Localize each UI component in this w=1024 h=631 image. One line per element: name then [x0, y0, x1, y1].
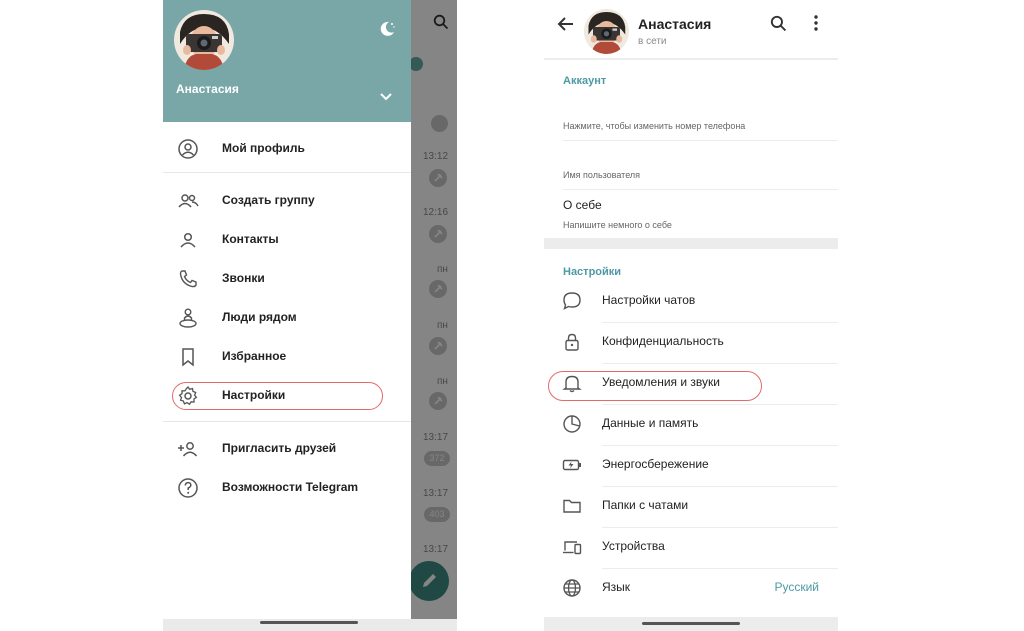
search-icon[interactable]: [770, 15, 787, 32]
battery-icon: [561, 454, 583, 476]
phone-number-hint[interactable]: Нажмите, чтобы изменить номер телефона: [563, 121, 745, 131]
account-section-title: Аккаунт: [563, 75, 607, 87]
profile-icon: [177, 138, 199, 160]
pie-chart-icon: [561, 413, 583, 435]
divider: [563, 140, 838, 141]
drawer-item-label: Мой профиль: [222, 141, 305, 155]
profile-name: Анастасия: [638, 16, 712, 32]
drawer-header: Анастасия: [163, 0, 411, 122]
settings-item-label: Устройства: [602, 539, 665, 553]
drawer-item-new-group[interactable]: Создать группу: [163, 181, 411, 220]
divider: [163, 421, 411, 422]
online-status: в сети: [638, 36, 667, 47]
add-user-icon: [177, 438, 199, 460]
settings-item-label: Язык: [602, 580, 631, 594]
drawer-item-label: Пригласить друзей: [222, 441, 337, 455]
left-phone-screen: 13:12 12:16 пн пн пн 13:17 372 13:17 403…: [163, 0, 457, 631]
bookmark-icon: [177, 346, 199, 368]
people-nearby-icon: [177, 307, 199, 329]
profile-header: Анастасия в сети: [544, 0, 838, 58]
settings-item-language[interactable]: Язык Русский: [544, 568, 838, 609]
drawer-item-label: Избранное: [222, 349, 287, 363]
drawer-item-label: Возможности Telegram: [222, 480, 359, 494]
settings-item-label: Папки с чатами: [602, 498, 689, 512]
settings-item-label: Энергосбережение: [602, 457, 709, 471]
highlight-outline: [172, 382, 383, 410]
settings-item-chat-settings[interactable]: Настройки чатов: [544, 281, 838, 322]
night-mode-icon[interactable]: [378, 20, 396, 38]
chevron-down-icon[interactable]: [379, 92, 393, 102]
avatar[interactable]: [584, 9, 629, 54]
settings-item-label: Данные и память: [602, 416, 699, 430]
drawer-item-label: Люди рядом: [222, 310, 297, 324]
drawer-item-people-nearby[interactable]: Люди рядом: [163, 298, 411, 337]
back-arrow-icon[interactable]: [557, 15, 575, 33]
settings-item-data-storage[interactable]: Данные и память: [544, 404, 838, 445]
settings-item-label: Конфиденциальность: [602, 334, 724, 348]
home-indicator[interactable]: [642, 622, 740, 625]
divider: [163, 172, 411, 173]
drawer-user-name: Анастасия: [176, 82, 239, 96]
folder-icon: [561, 495, 583, 517]
settings-item-privacy[interactable]: Конфиденциальность: [544, 322, 838, 363]
drawer-item-calls[interactable]: Звонки: [163, 259, 411, 298]
username-label[interactable]: Имя пользователя: [563, 170, 640, 180]
drawer-item-invite-friends[interactable]: Пригласить друзей: [163, 429, 411, 468]
phone-icon: [177, 268, 199, 290]
account-section: Аккаунт Нажмите, чтобы изменить номер те…: [544, 60, 838, 238]
devices-icon: [561, 536, 583, 558]
about-title[interactable]: О себе: [563, 198, 602, 212]
drawer-item-telegram-features[interactable]: Возможности Telegram: [163, 468, 411, 507]
drawer-item-label: Создать группу: [222, 193, 315, 207]
settings-section-title: Настройки: [563, 266, 622, 278]
contact-icon: [177, 229, 199, 251]
globe-icon: [561, 577, 583, 599]
avatar[interactable]: [174, 10, 234, 70]
settings-section: Настройки Настройки чатов Конфиденциальн…: [544, 249, 838, 617]
divider: [563, 189, 838, 190]
drawer-item-label: Звонки: [222, 271, 265, 285]
home-indicator[interactable]: [260, 621, 358, 624]
more-options-icon[interactable]: [812, 14, 820, 32]
navigation-drawer: Анастасия Мой профиль Создать группу Кон…: [163, 0, 411, 631]
drawer-item-saved[interactable]: Избранное: [163, 337, 411, 376]
group-icon: [177, 190, 199, 212]
settings-item-devices[interactable]: Устройства: [544, 527, 838, 568]
drawer-item-label: Контакты: [222, 232, 279, 246]
settings-item-chat-folders[interactable]: Папки с чатами: [544, 486, 838, 527]
right-phone-screen: Анастасия в сети Аккаунт Нажмите, чтобы …: [544, 0, 838, 631]
highlight-outline: [548, 371, 762, 401]
question-icon: [177, 477, 199, 499]
settings-item-label: Настройки чатов: [602, 293, 696, 307]
chat-bubble-icon: [561, 290, 583, 312]
language-value: Русский: [774, 580, 819, 594]
lock-icon: [561, 331, 583, 353]
about-hint: Напишите немного о себе: [563, 220, 672, 230]
drawer-item-my-profile[interactable]: Мой профиль: [163, 129, 411, 168]
dim-overlay[interactable]: [411, 0, 457, 631]
drawer-item-contacts[interactable]: Контакты: [163, 220, 411, 259]
settings-item-power-saving[interactable]: Энергосбережение: [544, 445, 838, 486]
